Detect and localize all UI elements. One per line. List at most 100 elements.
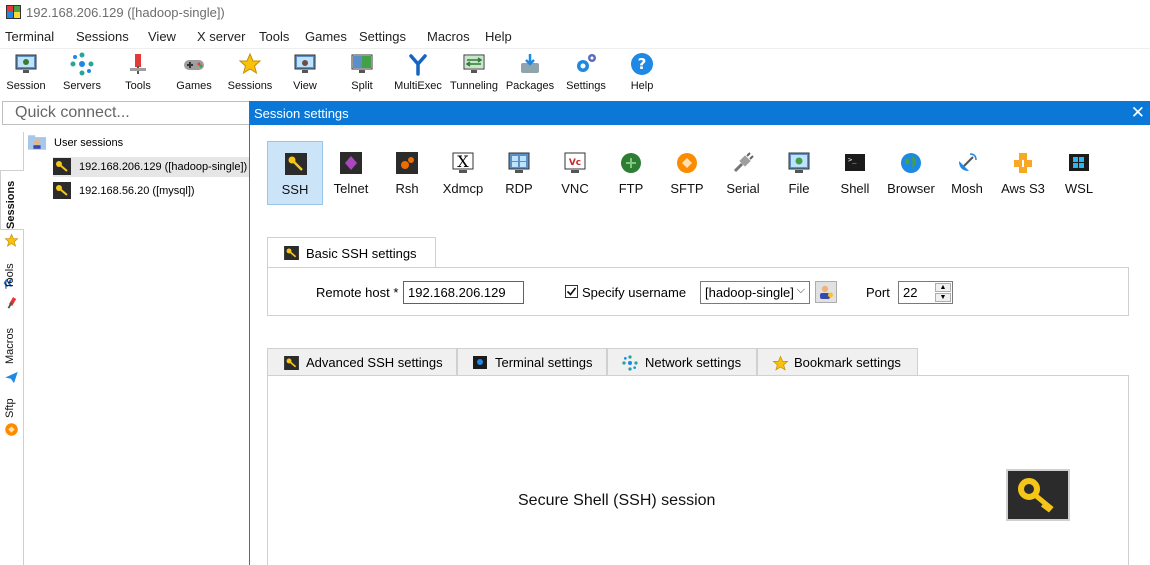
port-spinner[interactable]: ▲ ▼ (935, 283, 951, 302)
protocol-vnc[interactable]: Vc VNC (547, 141, 603, 205)
svg-text:Vc: Vc (569, 158, 581, 168)
side-tab-macros[interactable]: Macros (0, 320, 24, 372)
tools-button[interactable]: Tools (109, 51, 167, 97)
remote-host-label: Remote host * (316, 285, 399, 300)
help-icon: ? (631, 53, 653, 75)
help-button[interactable]: ? Help (613, 51, 671, 97)
menu-terminal[interactable]: Terminal (5, 29, 54, 44)
protocol-wsl[interactable]: WSL (1051, 141, 1107, 205)
protocol-ssh[interactable]: SSH (267, 141, 323, 205)
settings-button[interactable]: Settings (557, 51, 615, 97)
side-tab-bar: « Sessions Tools Macros Sftp (0, 132, 24, 565)
menu-help[interactable]: Help (485, 29, 512, 44)
xdmcp-icon: X (452, 152, 474, 173)
protocol-telnet[interactable]: Telnet (323, 141, 379, 205)
remote-host-input[interactable]: 192.168.206.129 (403, 281, 524, 304)
package-icon (521, 54, 539, 73)
key-icon (53, 158, 71, 175)
specify-username-checkbox[interactable] (565, 285, 578, 298)
menu-games[interactable]: Games (305, 29, 347, 44)
session-settings-dialog: Session settings ✕ SSH Telnet Rsh X Xdmc… (249, 101, 1150, 565)
protocol-sftp[interactable]: SFTP (659, 141, 715, 205)
tools-icon (7, 297, 17, 309)
quick-connect-box (2, 101, 254, 125)
chevron-down-icon: ⌵ (796, 284, 805, 296)
close-icon[interactable]: ✕ (1131, 103, 1145, 123)
tree-item-hadoop-single[interactable]: 192.168.206.129 ([hadoop-single]) (53, 157, 250, 177)
protocol-description: Secure Shell (SSH) session (518, 492, 716, 509)
toolbar: Session Servers Tools Games Sessions Vie… (0, 48, 1150, 98)
protocol-ftp[interactable]: FTP (603, 141, 659, 205)
protocol-aws-s3[interactable]: Aws S3 (995, 141, 1051, 205)
satellite-dish-icon (959, 153, 977, 171)
menu-macros[interactable]: Macros (427, 29, 470, 44)
protocol-mosh[interactable]: Mosh (939, 141, 995, 205)
protocol-xdmcp[interactable]: X Xdmcp (435, 141, 491, 205)
protocol-shell[interactable]: >_ Shell (827, 141, 883, 205)
menu-x-server[interactable]: X server (197, 29, 245, 44)
star-icon (238, 52, 262, 75)
dialog-title-bar: Session settings ✕ (250, 101, 1150, 125)
user-folder-icon (28, 135, 46, 150)
manage-users-button[interactable] (815, 281, 837, 303)
protocol-browser[interactable]: Browser (883, 141, 939, 205)
tab-terminal-settings[interactable]: Terminal settings (457, 348, 607, 376)
file-icon (788, 152, 810, 173)
multiexec-button[interactable]: MultiExec (389, 51, 447, 97)
protocol-rsh[interactable]: Rsh (379, 141, 435, 205)
packages-button[interactable]: Packages (501, 51, 559, 97)
sftp-icon (677, 153, 697, 173)
spin-up-icon[interactable]: ▲ (935, 283, 951, 292)
tunneling-button[interactable]: Tunneling (445, 51, 503, 97)
svg-text:?: ? (638, 55, 647, 73)
tab-advanced-ssh-settings[interactable]: Advanced SSH settings (267, 348, 457, 376)
spin-down-icon[interactable]: ▼ (935, 293, 951, 302)
gear-icon (577, 54, 596, 72)
tree-root-user-sessions[interactable]: User sessions (28, 133, 248, 153)
menu-bar: Terminal Sessions View X server Tools Ga… (0, 27, 1150, 47)
protocol-serial[interactable]: Serial (715, 141, 771, 205)
split-icon (351, 54, 373, 73)
title-bar: 192.168.206.129 ([hadoop-single]) (0, 0, 1150, 26)
servers-icon (70, 52, 94, 76)
view-button[interactable]: View (276, 51, 334, 97)
username-select[interactable]: [hadoop-single] ⌵ (700, 281, 810, 304)
session-button[interactable]: Session (0, 51, 55, 97)
menu-settings[interactable]: Settings (359, 29, 406, 44)
side-tab-tools[interactable]: Tools (0, 257, 24, 299)
specify-username-label: Specify username (582, 285, 687, 300)
tunnel-icon (463, 54, 485, 73)
monitor-icon (15, 54, 37, 73)
side-tab-sessions[interactable]: Sessions (0, 170, 24, 230)
tree-item-mysql[interactable]: 192.168.56.20 ([mysql]) (53, 181, 250, 201)
key-icon (1018, 478, 1054, 513)
menu-tools[interactable]: Tools (259, 29, 289, 44)
tab-basic-ssh-settings[interactable]: Basic SSH settings (267, 237, 436, 268)
quick-connect-input[interactable] (3, 102, 253, 124)
paper-plane-icon (5, 371, 18, 384)
servers-button[interactable]: Servers (53, 51, 111, 97)
port-input[interactable]: 22 ▲ ▼ (898, 281, 953, 304)
tab-network-settings[interactable]: Network settings (607, 348, 757, 376)
dialog-title: Session settings (254, 106, 349, 121)
star-icon (772, 355, 789, 371)
menu-sessions[interactable]: Sessions (76, 29, 129, 44)
protocol-file[interactable]: File (771, 141, 827, 205)
view-icon (294, 54, 316, 73)
ssh-key-icon (285, 153, 307, 175)
protocol-rdp[interactable]: RDP (491, 141, 547, 205)
fork-icon (409, 54, 427, 76)
ssh-key-large-icon (1006, 469, 1070, 521)
menu-view[interactable]: View (148, 29, 176, 44)
sessions-button[interactable]: Sessions (221, 51, 279, 97)
port-label: Port (866, 285, 890, 300)
network-icon (622, 355, 638, 371)
games-button[interactable]: Games (165, 51, 223, 97)
tab-bookmark-settings[interactable]: Bookmark settings (757, 348, 918, 376)
basic-ssh-settings-panel: Remote host * 192.168.206.129 Specify us… (267, 267, 1129, 316)
shell-terminal-icon: >_ (845, 154, 865, 171)
session-tree: User sessions 192.168.206.129 ([hadoop-s… (25, 130, 250, 565)
vnc-icon: Vc (564, 152, 586, 173)
checkmark-icon (566, 287, 577, 296)
split-button[interactable]: Split (333, 51, 391, 97)
